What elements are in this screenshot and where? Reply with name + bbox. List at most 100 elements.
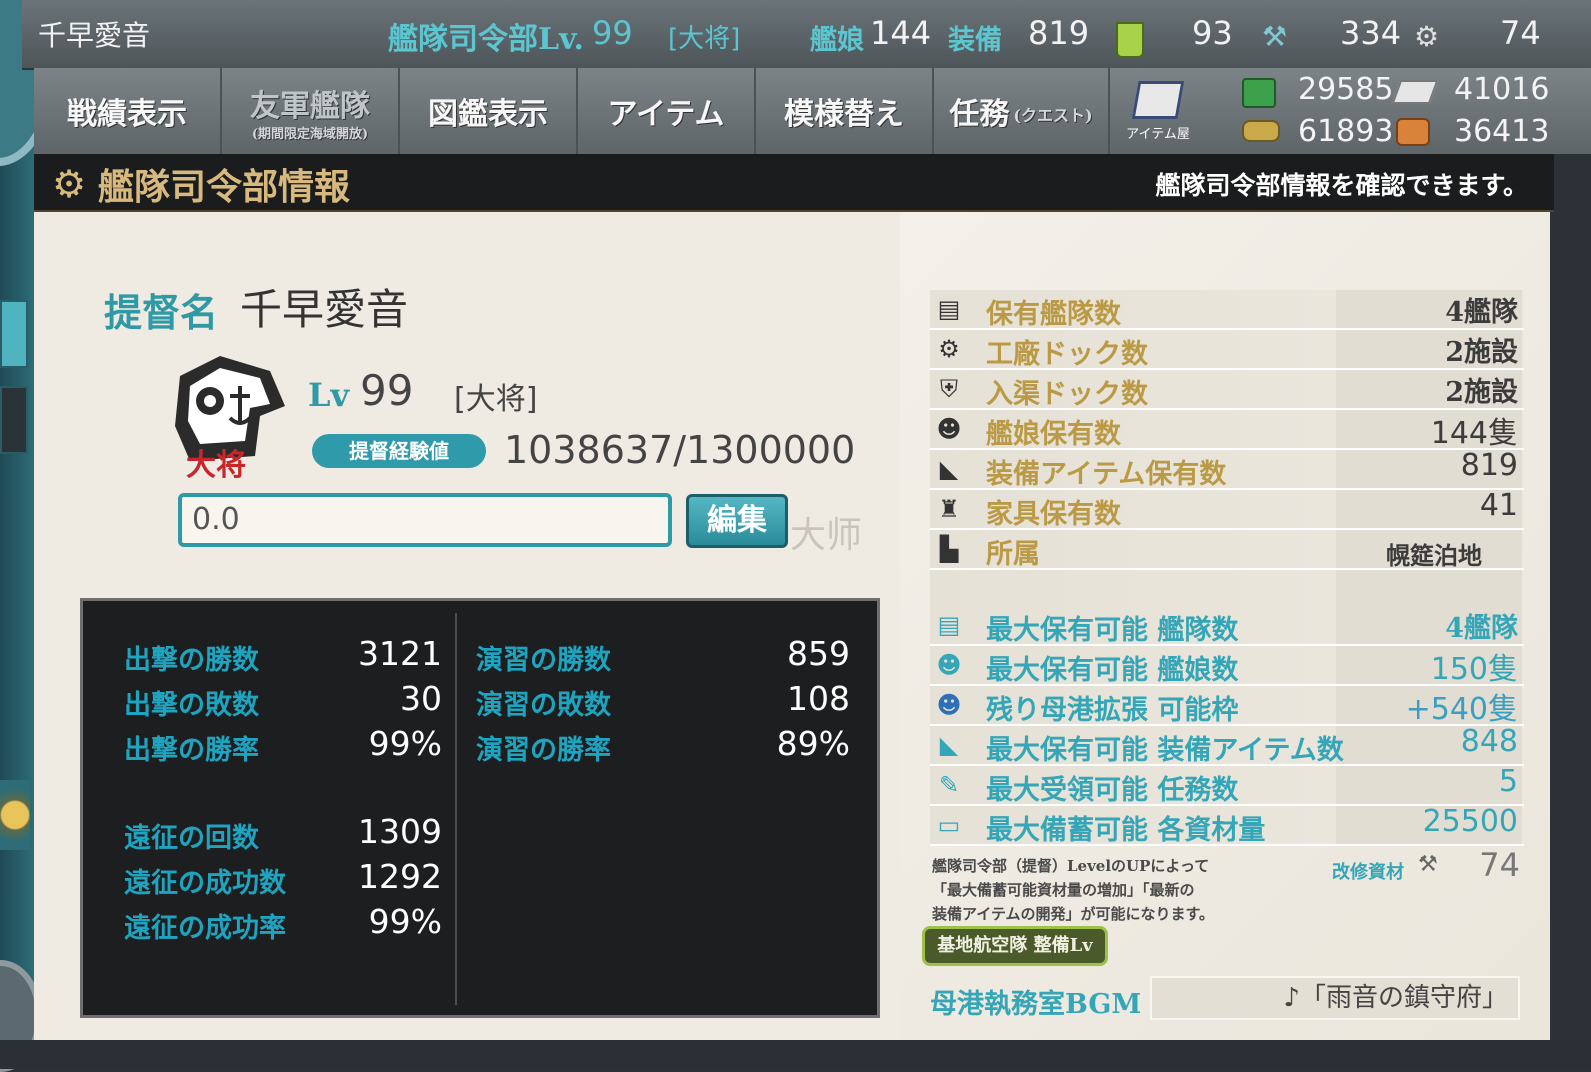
fleet-icon: ▤	[937, 295, 961, 323]
side-tab[interactable]	[0, 300, 28, 368]
expedition-rate-label: 遠征の成功率	[124, 913, 286, 944]
exp-value: 1038637/1300000	[504, 428, 856, 472]
page-title: 艦隊司令部情報	[98, 166, 351, 208]
improvement-label: 改修資材	[1332, 862, 1404, 883]
screw-icon: ⚙	[1414, 20, 1440, 53]
sortie-losses-label: 出撃の敗数	[124, 690, 259, 721]
level-label: Lv	[308, 376, 350, 414]
equipment-icon: ◣	[939, 731, 959, 759]
level-value: 99	[360, 366, 414, 415]
menu-quest[interactable]: 任務 (クエスト)	[934, 68, 1110, 154]
max-storage-value: 25500	[1422, 804, 1518, 839]
hq-level-value: 99	[592, 14, 633, 52]
side-character-decoration	[0, 780, 30, 850]
shop-icon	[1131, 80, 1185, 119]
max-fleet-label: 最大保有可能 艦隊数	[986, 615, 1239, 646]
sortie-rate-label: 出撃の勝率	[124, 735, 259, 766]
menu-quest-sub: (クエスト)	[1013, 106, 1093, 125]
admiral-name-top: 千早愛音	[38, 19, 151, 52]
sortie-wins-value: 3121	[358, 634, 442, 673]
watermark: 大师	[790, 515, 863, 556]
equipment-icon: ◣	[939, 455, 959, 483]
expedition-success-label: 遠征の成功数	[124, 868, 286, 899]
improvement-value: 74	[1479, 846, 1520, 884]
repair-icon: ⛨	[940, 375, 958, 403]
fuel-icon	[1242, 78, 1276, 108]
exercise-losses-label: 演習の敗数	[476, 690, 611, 721]
level-up-note: 艦隊司令部（提督）LevelのUPによって 「最大備蓄可能資材量の増加」「最新の…	[932, 854, 1214, 926]
shipgirl-icon: ☻	[936, 415, 962, 443]
furniture-icon: ♜	[938, 495, 960, 523]
shipgirl-count-value: 144隻	[1430, 416, 1518, 451]
bauxite-icon	[1396, 118, 1430, 146]
menu-friend-fleet-label: 友軍艦隊	[250, 88, 370, 124]
menu-album[interactable]: 図鑑表示	[400, 68, 578, 154]
ship-count-label: 艦娘	[810, 25, 864, 56]
screw-count: 74	[1500, 14, 1541, 52]
page-description: 艦隊司令部情報を確認できます。	[1155, 171, 1528, 200]
menu-items-label: アイテム	[607, 97, 725, 132]
max-equipment-label: 最大保有可能 装備アイテム数	[986, 735, 1344, 766]
affiliation-label: 所属	[986, 539, 1040, 570]
comment-input[interactable]: 0.0	[178, 493, 672, 547]
item-shop-button[interactable]: アイテム屋	[1110, 68, 1206, 154]
ammo-icon	[1242, 120, 1280, 142]
stats-divider	[455, 613, 457, 1005]
note-line: 艦隊司令部（提督）LevelのUPによって	[932, 857, 1210, 875]
rank-emblem-text: 大将	[186, 448, 246, 483]
fleet-icon: ▤	[937, 611, 961, 639]
bottom-bar	[0, 1040, 1591, 1069]
affiliation-value: 幌筵泊地	[1386, 541, 1482, 570]
exercise-rate-label: 演習の勝率	[476, 735, 611, 766]
menu-friend-fleet[interactable]: 友軍艦隊 (期間限定海域開放)	[222, 68, 400, 154]
exercise-rate-value: 89%	[776, 724, 850, 763]
menu-record-label: 戦績表示	[67, 97, 187, 132]
equipment-count-label: 装備アイテム保有数	[986, 459, 1227, 490]
furniture-count-label: 家具保有数	[986, 499, 1121, 530]
repair-dock-value: 2施設	[1445, 377, 1518, 408]
fuel-value: 29585	[1298, 72, 1394, 107]
sortie-rate-value: 99%	[368, 724, 442, 763]
info-row-value-bg	[1336, 570, 1522, 608]
menu-furniture-label: 模様替え	[784, 97, 904, 132]
max-shipgirl-value: 150隻	[1430, 652, 1518, 687]
quest-icon: ✎	[938, 771, 960, 799]
max-quest-value: 5	[1498, 764, 1518, 799]
port-expansion-value: +540隻	[1405, 692, 1518, 727]
section-header: ⚙ 艦隊司令部情報 艦隊司令部情報を確認できます。	[34, 154, 1554, 212]
shipgirl-icon: ☻	[936, 651, 962, 679]
menu-bar: 戦績表示 友軍艦隊 (期間限定海域開放) 図鑑表示 アイテム 模様替え 任務 (…	[34, 68, 1591, 154]
max-fleet-value: 4艦隊	[1445, 613, 1518, 644]
exercise-losses-value: 108	[787, 679, 850, 718]
edit-button[interactable]: 編集	[686, 494, 788, 548]
rank-label: [大将]	[454, 382, 538, 417]
menu-items[interactable]: アイテム	[578, 68, 756, 154]
bgm-select[interactable]: ♪「雨音の鎮守府」	[1150, 976, 1520, 1020]
side-tab[interactable]	[0, 386, 28, 454]
arsenal-dock-label: 工廠ドック数	[986, 339, 1148, 370]
exercise-wins-value: 859	[787, 634, 850, 673]
menu-record[interactable]: 戦績表示	[34, 68, 222, 154]
item-shop-label: アイテム屋	[1126, 126, 1190, 142]
devmat-count: 334	[1340, 14, 1402, 52]
arsenal-dock-value: 2施設	[1445, 337, 1518, 368]
menu-friend-fleet-sub: (期間限定海域開放)	[251, 126, 369, 142]
menu-furniture[interactable]: 模様替え	[756, 68, 934, 154]
note-line: 「最大備蓄可能資材量の増加」「最新の	[932, 881, 1195, 899]
lbas-maintenance-button[interactable]: 基地航空隊 整備Lv	[922, 926, 1108, 966]
top-status-bar: 千早愛音 艦隊司令部Lv. 99 [大将] 艦娘 144 装備 819 93 ⚒…	[22, 0, 1591, 70]
max-shipgirl-label: 最大保有可能 艦娘数	[986, 655, 1239, 686]
bucket-count: 93	[1192, 14, 1233, 52]
ship-count-value: 144	[870, 14, 932, 52]
devmat-icon: ⚒	[1262, 20, 1288, 53]
base-icon: ▙	[939, 535, 959, 563]
max-storage-label: 最大備蓄可能 各資材量	[986, 815, 1266, 846]
gear-icon: ⚙	[938, 335, 960, 363]
rank-top: [大将]	[668, 24, 741, 54]
bauxite-value: 36413	[1454, 114, 1550, 149]
fleet-count-label: 保有艦隊数	[986, 299, 1121, 330]
bgm-label: 母港執務室BGM	[930, 989, 1142, 1020]
repair-dock-label: 入渠ドック数	[986, 379, 1148, 410]
shipgirl-count-label: 艦娘保有数	[986, 419, 1121, 450]
menu-quest-label: 任務	[949, 97, 1010, 132]
